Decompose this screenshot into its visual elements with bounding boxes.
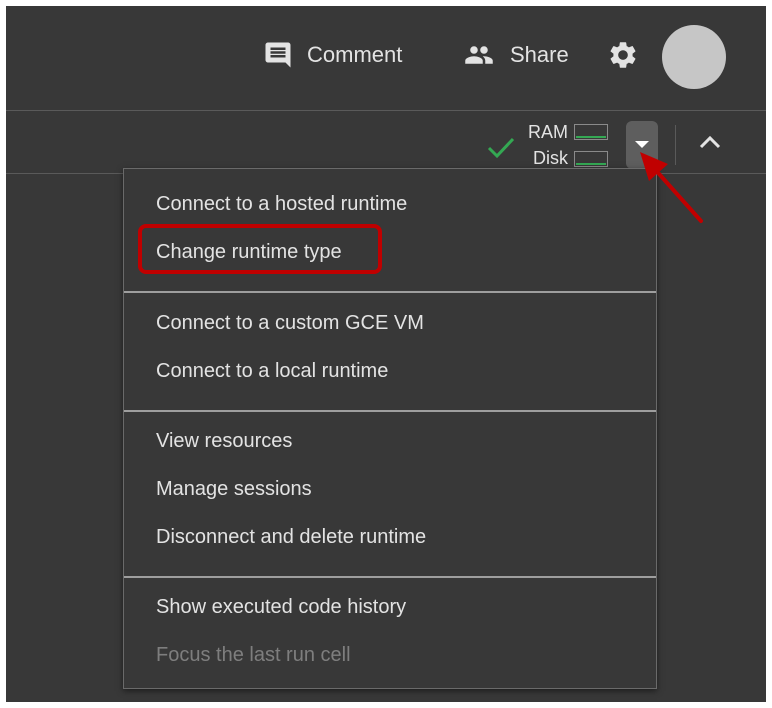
settings-button[interactable] xyxy=(607,39,639,71)
annotation-arrow-icon xyxy=(640,152,703,223)
menu-item-disconnect-delete-runtime[interactable]: Disconnect and delete runtime xyxy=(156,523,426,551)
caret-down-icon xyxy=(635,141,649,148)
comment-icon xyxy=(263,40,293,70)
resource-labels[interactable]: RAM Disk xyxy=(522,119,568,171)
menu-separator xyxy=(124,576,656,578)
ram-meter xyxy=(574,124,608,140)
highlight-box xyxy=(138,224,382,274)
menu-item-focus-last-run-cell: Focus the last run cell xyxy=(156,644,351,666)
menu-item-connect-hosted-runtime[interactable]: Connect to a hosted runtime xyxy=(156,190,407,218)
menu-item-show-executed-code-history[interactable]: Show executed code history xyxy=(156,593,406,621)
share-button[interactable]: Share xyxy=(462,40,569,70)
menu-item-connect-local-runtime[interactable]: Connect to a local runtime xyxy=(156,357,388,385)
share-label: Share xyxy=(510,42,569,67)
runtime-menu: Connect to a hosted runtime Change runti… xyxy=(123,168,657,689)
menu-separator xyxy=(124,410,656,412)
share-icon xyxy=(462,40,496,70)
avatar[interactable] xyxy=(662,25,726,89)
disk-meter-fill xyxy=(576,163,606,165)
menu-separator xyxy=(124,291,656,293)
ram-meter-fill xyxy=(576,136,606,138)
checkmark-icon xyxy=(486,135,516,164)
top-header: Comment Share xyxy=(6,6,766,110)
comment-label: Comment xyxy=(307,42,403,67)
menu-item-view-resources[interactable]: View resources xyxy=(156,427,292,455)
colab-window: Comment Share RAM Disk Connect to a host… xyxy=(6,6,766,702)
gear-icon xyxy=(607,39,639,71)
menu-item-manage-sessions[interactable]: Manage sessions xyxy=(156,475,312,503)
ram-label: RAM xyxy=(528,122,568,142)
disk-meter xyxy=(574,151,608,167)
menu-item-connect-custom-gce-vm[interactable]: Connect to a custom GCE VM xyxy=(156,309,424,337)
comment-button[interactable]: Comment xyxy=(263,40,402,70)
